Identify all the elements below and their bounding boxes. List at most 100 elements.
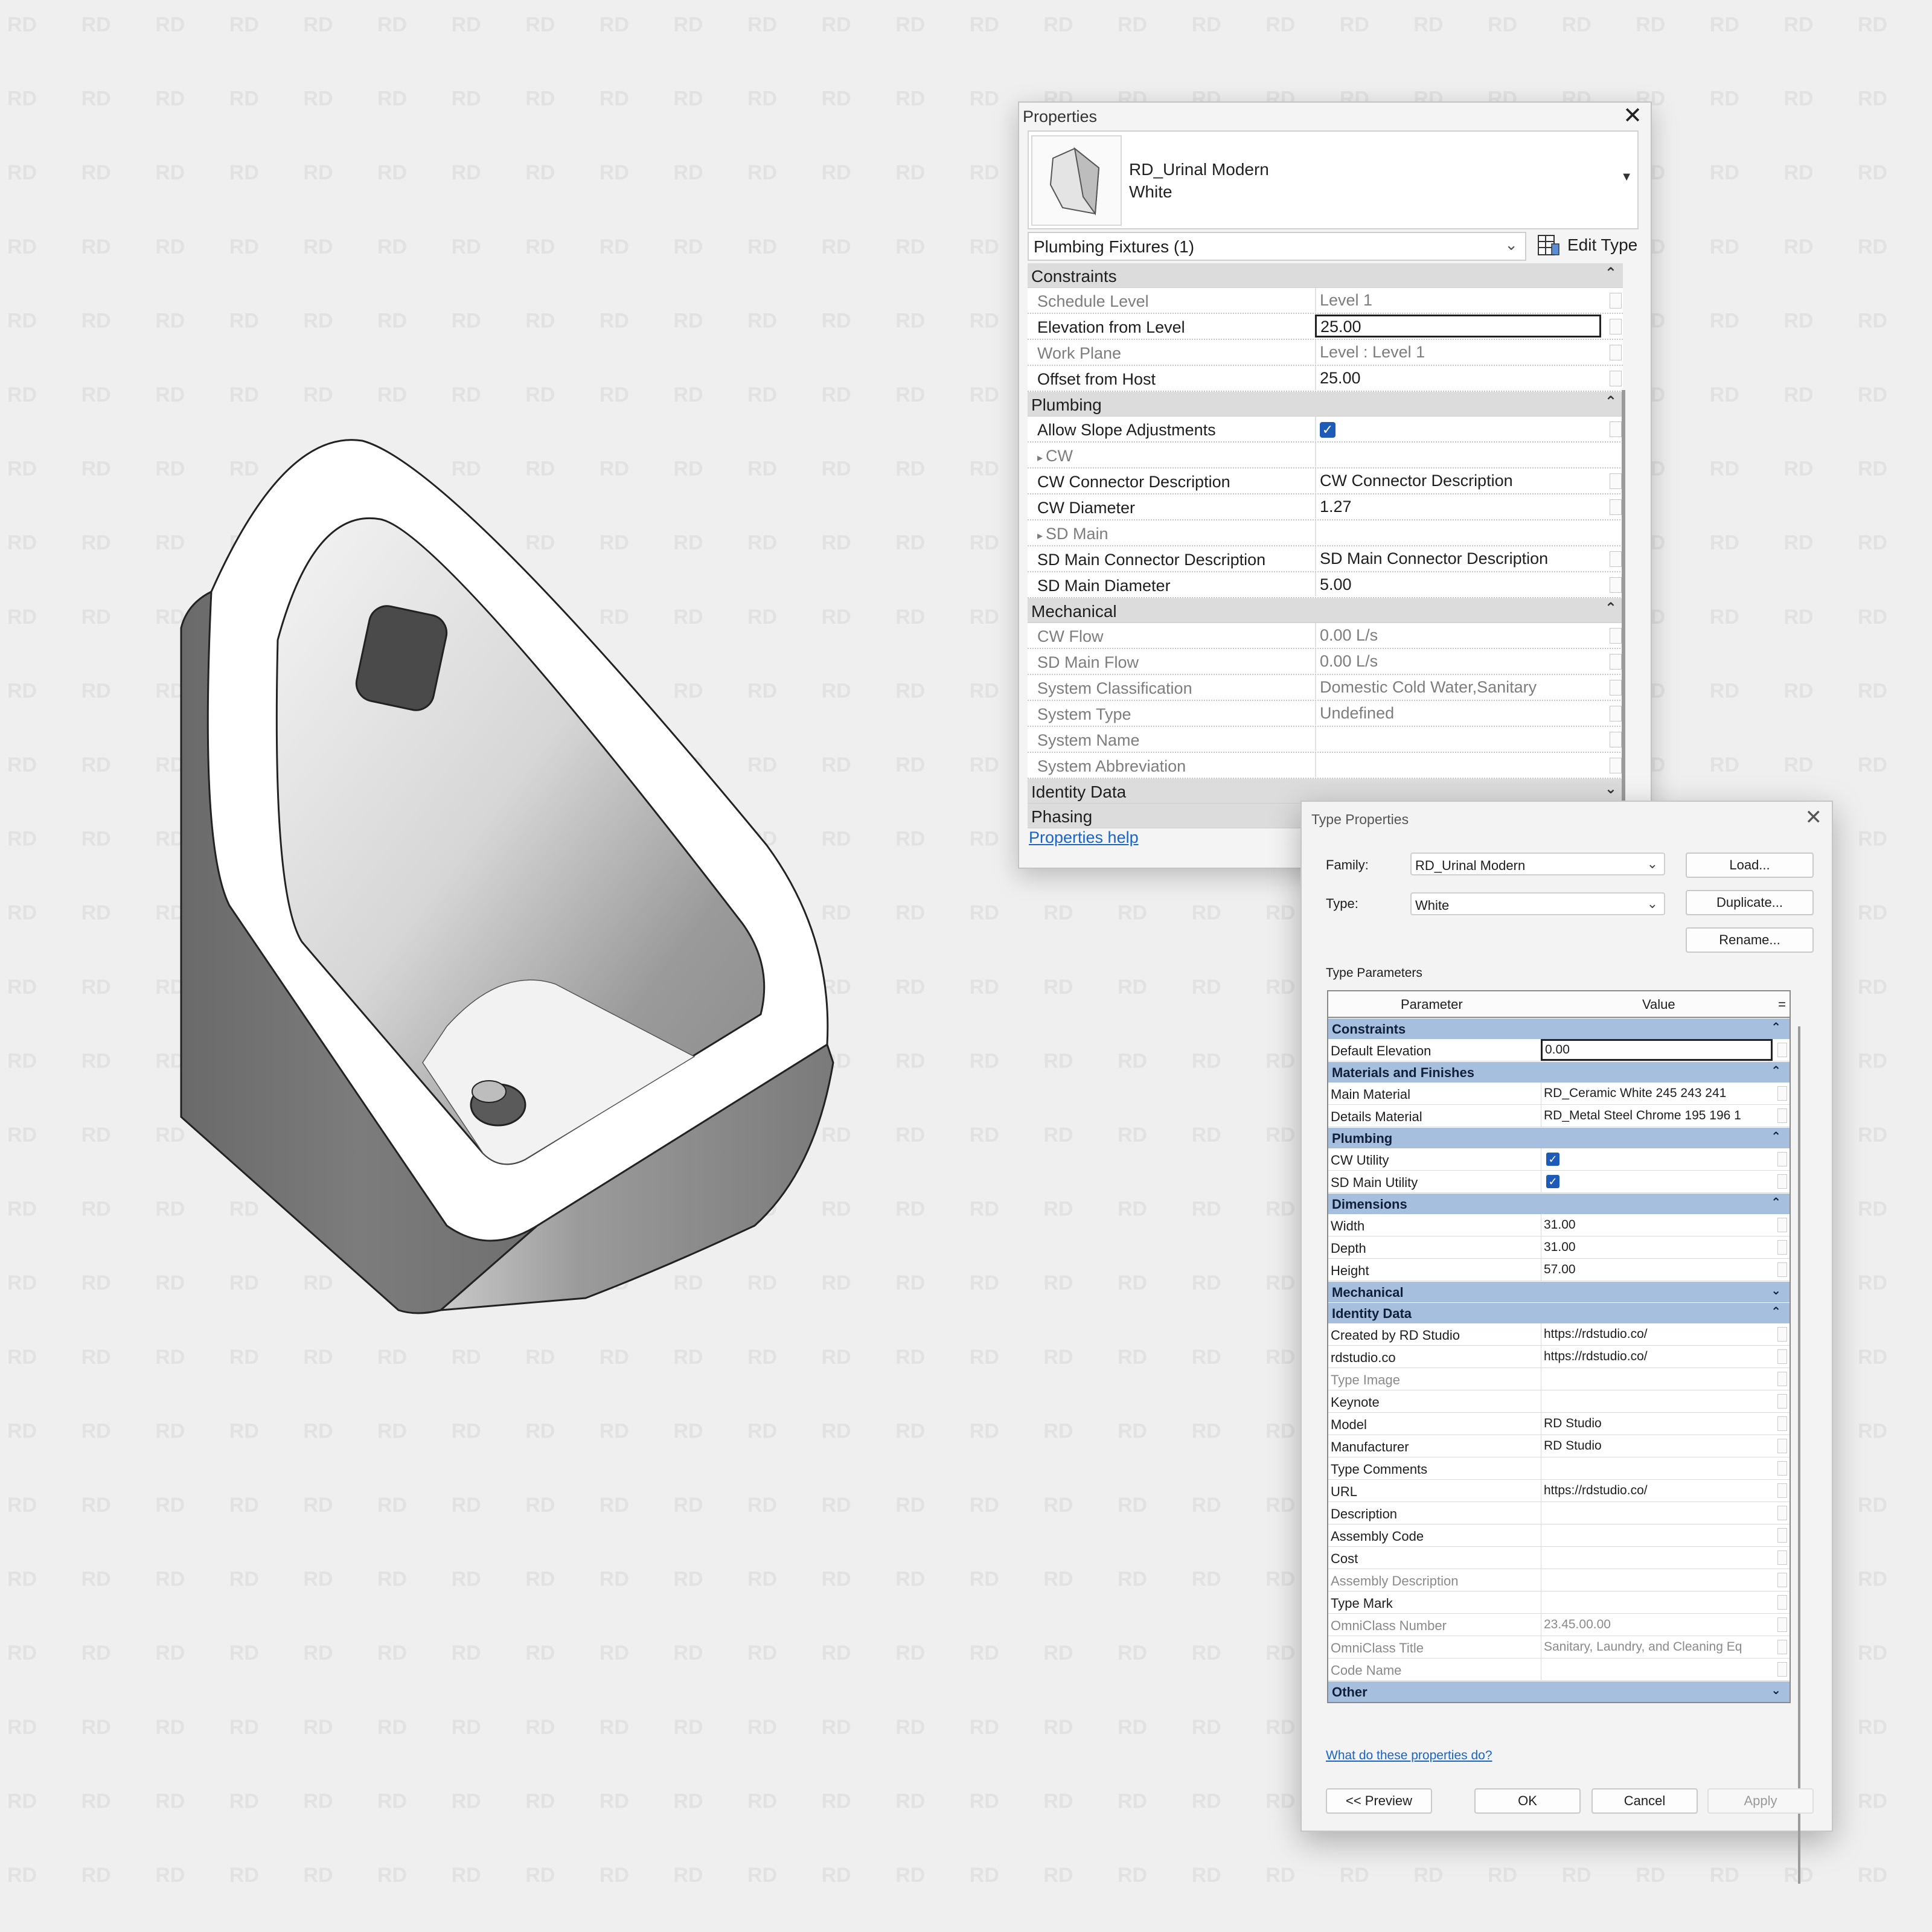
associate-parameter-button[interactable] (1777, 1108, 1787, 1123)
associate-parameter-button[interactable] (1610, 473, 1622, 489)
column-header-value[interactable]: Value (1642, 997, 1675, 1012)
associate-parameter-button[interactable] (1777, 1439, 1787, 1453)
associate-parameter-button[interactable] (1777, 1240, 1787, 1255)
associate-parameter-button[interactable] (1777, 1416, 1787, 1431)
close-icon[interactable]: ✕ (1805, 805, 1823, 830)
associate-parameter-button[interactable] (1777, 1506, 1787, 1520)
group-header-constraints[interactable]: Constraints ⌃ (1028, 263, 1623, 288)
property-value[interactable]: CW Connector Description (1315, 469, 1601, 493)
apply-button[interactable]: Apply (1707, 1788, 1814, 1814)
group-header-identity-data[interactable]: Identity Data ⌃ (1328, 1302, 1790, 1323)
associate-parameter-button[interactable] (1610, 758, 1622, 773)
associate-parameter-button[interactable] (1777, 1483, 1787, 1498)
associate-parameter-button[interactable] (1777, 1617, 1787, 1632)
checkbox-checked-icon[interactable]: ✓ (1320, 422, 1335, 438)
associate-parameter-button[interactable] (1610, 577, 1622, 593)
parameter-value[interactable]: 31.00 (1541, 1214, 1773, 1236)
parameter-value[interactable]: https://rdstudio.co/ (1541, 1346, 1773, 1367)
associate-parameter-button[interactable] (1777, 1640, 1787, 1654)
collapse-chevron-icon[interactable]: ⌃ (1605, 393, 1617, 411)
checkbox-checked-icon[interactable]: ✓ (1546, 1153, 1559, 1166)
close-icon[interactable]: ✕ (1623, 103, 1642, 129)
collapse-chevron-icon[interactable]: ⌃ (1771, 1020, 1781, 1035)
expand-triangle-icon[interactable]: ▸ (1037, 452, 1046, 464)
associate-parameter-button[interactable] (1610, 628, 1622, 644)
associate-parameter-button[interactable] (1777, 1550, 1787, 1565)
parameter-value[interactable]: 31.00 (1541, 1236, 1773, 1258)
cancel-button[interactable]: Cancel (1591, 1788, 1698, 1814)
collapse-chevron-icon[interactable]: ⌃ (1771, 1195, 1781, 1210)
associate-parameter-button[interactable] (1610, 680, 1622, 696)
expand-chevron-icon[interactable]: ⌄ (1771, 1683, 1781, 1698)
associate-parameter-button[interactable] (1777, 1349, 1787, 1364)
associate-parameter-button[interactable] (1610, 706, 1622, 721)
parameter-value[interactable] (1541, 1457, 1773, 1479)
associate-parameter-button[interactable] (1777, 1573, 1787, 1587)
property-value[interactable]: 5.00 (1315, 572, 1601, 597)
parameter-value[interactable]: 0.00 (1541, 1039, 1773, 1061)
associate-parameter-button[interactable] (1610, 293, 1622, 309)
property-value[interactable]: ✓ (1315, 417, 1601, 441)
associate-parameter-button[interactable] (1610, 421, 1622, 437)
associate-parameter-button[interactable] (1777, 1262, 1787, 1277)
collapse-chevron-icon[interactable]: ⌃ (1605, 264, 1617, 282)
rename-button[interactable]: Rename... (1686, 927, 1814, 953)
group-header-dimensions[interactable]: Dimensions ⌃ (1328, 1193, 1790, 1214)
what-do-these-properties-do-link[interactable]: What do these properties do? (1326, 1748, 1492, 1763)
parameter-value[interactable]: https://rdstudio.co/ (1541, 1323, 1773, 1345)
preview-button[interactable]: << Preview (1326, 1788, 1432, 1814)
associate-parameter-button[interactable] (1610, 371, 1622, 386)
type-selector[interactable]: RD_Urinal Modern White ▼ (1028, 130, 1639, 229)
parameter-value[interactable]: https://rdstudio.co/ (1541, 1480, 1773, 1502)
associate-parameter-button[interactable] (1777, 1372, 1787, 1386)
parameter-value[interactable]: RD_Metal Steel Chrome 195 196 1 (1541, 1105, 1773, 1127)
expand-chevron-icon[interactable]: ⌄ (1605, 780, 1617, 798)
group-header-identity-data[interactable]: Identity Data ⌄ (1028, 779, 1623, 804)
parameter-value[interactable]: RD Studio (1541, 1413, 1773, 1435)
expand-triangle-icon[interactable]: ▸ (1037, 529, 1046, 542)
parameter-value[interactable] (1541, 1524, 1773, 1546)
associate-parameter-button[interactable] (1777, 1043, 1787, 1057)
associate-parameter-button[interactable] (1610, 499, 1622, 515)
parameter-value[interactable] (1541, 1547, 1773, 1569)
column-header-formula[interactable]: = (1778, 997, 1786, 1012)
collapse-chevron-icon[interactable]: ⌃ (1771, 1063, 1781, 1078)
properties-scrollbar[interactable] (1622, 390, 1625, 849)
associate-parameter-button[interactable] (1610, 732, 1622, 747)
associate-parameter-button[interactable] (1610, 654, 1622, 670)
associate-parameter-button[interactable] (1610, 345, 1622, 360)
collapse-chevron-icon[interactable]: ⌃ (1605, 600, 1617, 617)
properties-titlebar[interactable]: Properties ✕ (1019, 103, 1651, 129)
property-value[interactable]: 25.00 (1315, 366, 1601, 390)
associate-parameter-button[interactable] (1777, 1086, 1787, 1101)
load-button[interactable]: Load... (1686, 852, 1814, 878)
associate-parameter-button[interactable] (1777, 1528, 1787, 1543)
group-header-plumbing[interactable]: Plumbing ⌃ (1328, 1127, 1790, 1148)
associate-parameter-button[interactable] (1610, 551, 1622, 567)
associate-parameter-button[interactable] (1777, 1152, 1787, 1166)
type-parameters-scrollbar[interactable] (1798, 1026, 1800, 1884)
parameter-value[interactable]: 57.00 (1541, 1259, 1773, 1281)
associate-parameter-button[interactable] (1777, 1662, 1787, 1677)
parameter-value[interactable]: ✓ (1541, 1171, 1773, 1192)
parameter-value[interactable]: RD Studio (1541, 1435, 1773, 1457)
parameter-value[interactable] (1541, 1591, 1773, 1613)
parameter-value[interactable] (1541, 1502, 1773, 1524)
group-header-constraints[interactable]: Constraints ⌃ (1328, 1018, 1790, 1039)
property-value[interactable]: 25.00 (1315, 315, 1601, 337)
group-header-other[interactable]: Other ⌄ (1328, 1681, 1790, 1702)
associate-parameter-button[interactable] (1777, 1394, 1787, 1409)
associate-parameter-button[interactable] (1777, 1461, 1787, 1476)
parameter-value[interactable] (1541, 1390, 1773, 1412)
parameter-value[interactable]: ✓ (1541, 1148, 1773, 1170)
associate-parameter-button[interactable] (1777, 1327, 1787, 1342)
dropdown-arrow-icon[interactable]: ▼ (1620, 170, 1633, 184)
associate-parameter-button[interactable] (1777, 1174, 1787, 1189)
associate-parameter-button[interactable] (1777, 1595, 1787, 1610)
ok-button[interactable]: OK (1474, 1788, 1581, 1814)
associate-parameter-button[interactable] (1610, 319, 1622, 334)
group-header-plumbing[interactable]: Plumbing ⌃ (1028, 392, 1623, 417)
urinal-3d-model[interactable] (163, 423, 857, 1509)
family-dropdown[interactable]: RD_Urinal Modern ⌄ (1410, 852, 1665, 875)
column-header-parameter[interactable]: Parameter (1401, 997, 1463, 1012)
